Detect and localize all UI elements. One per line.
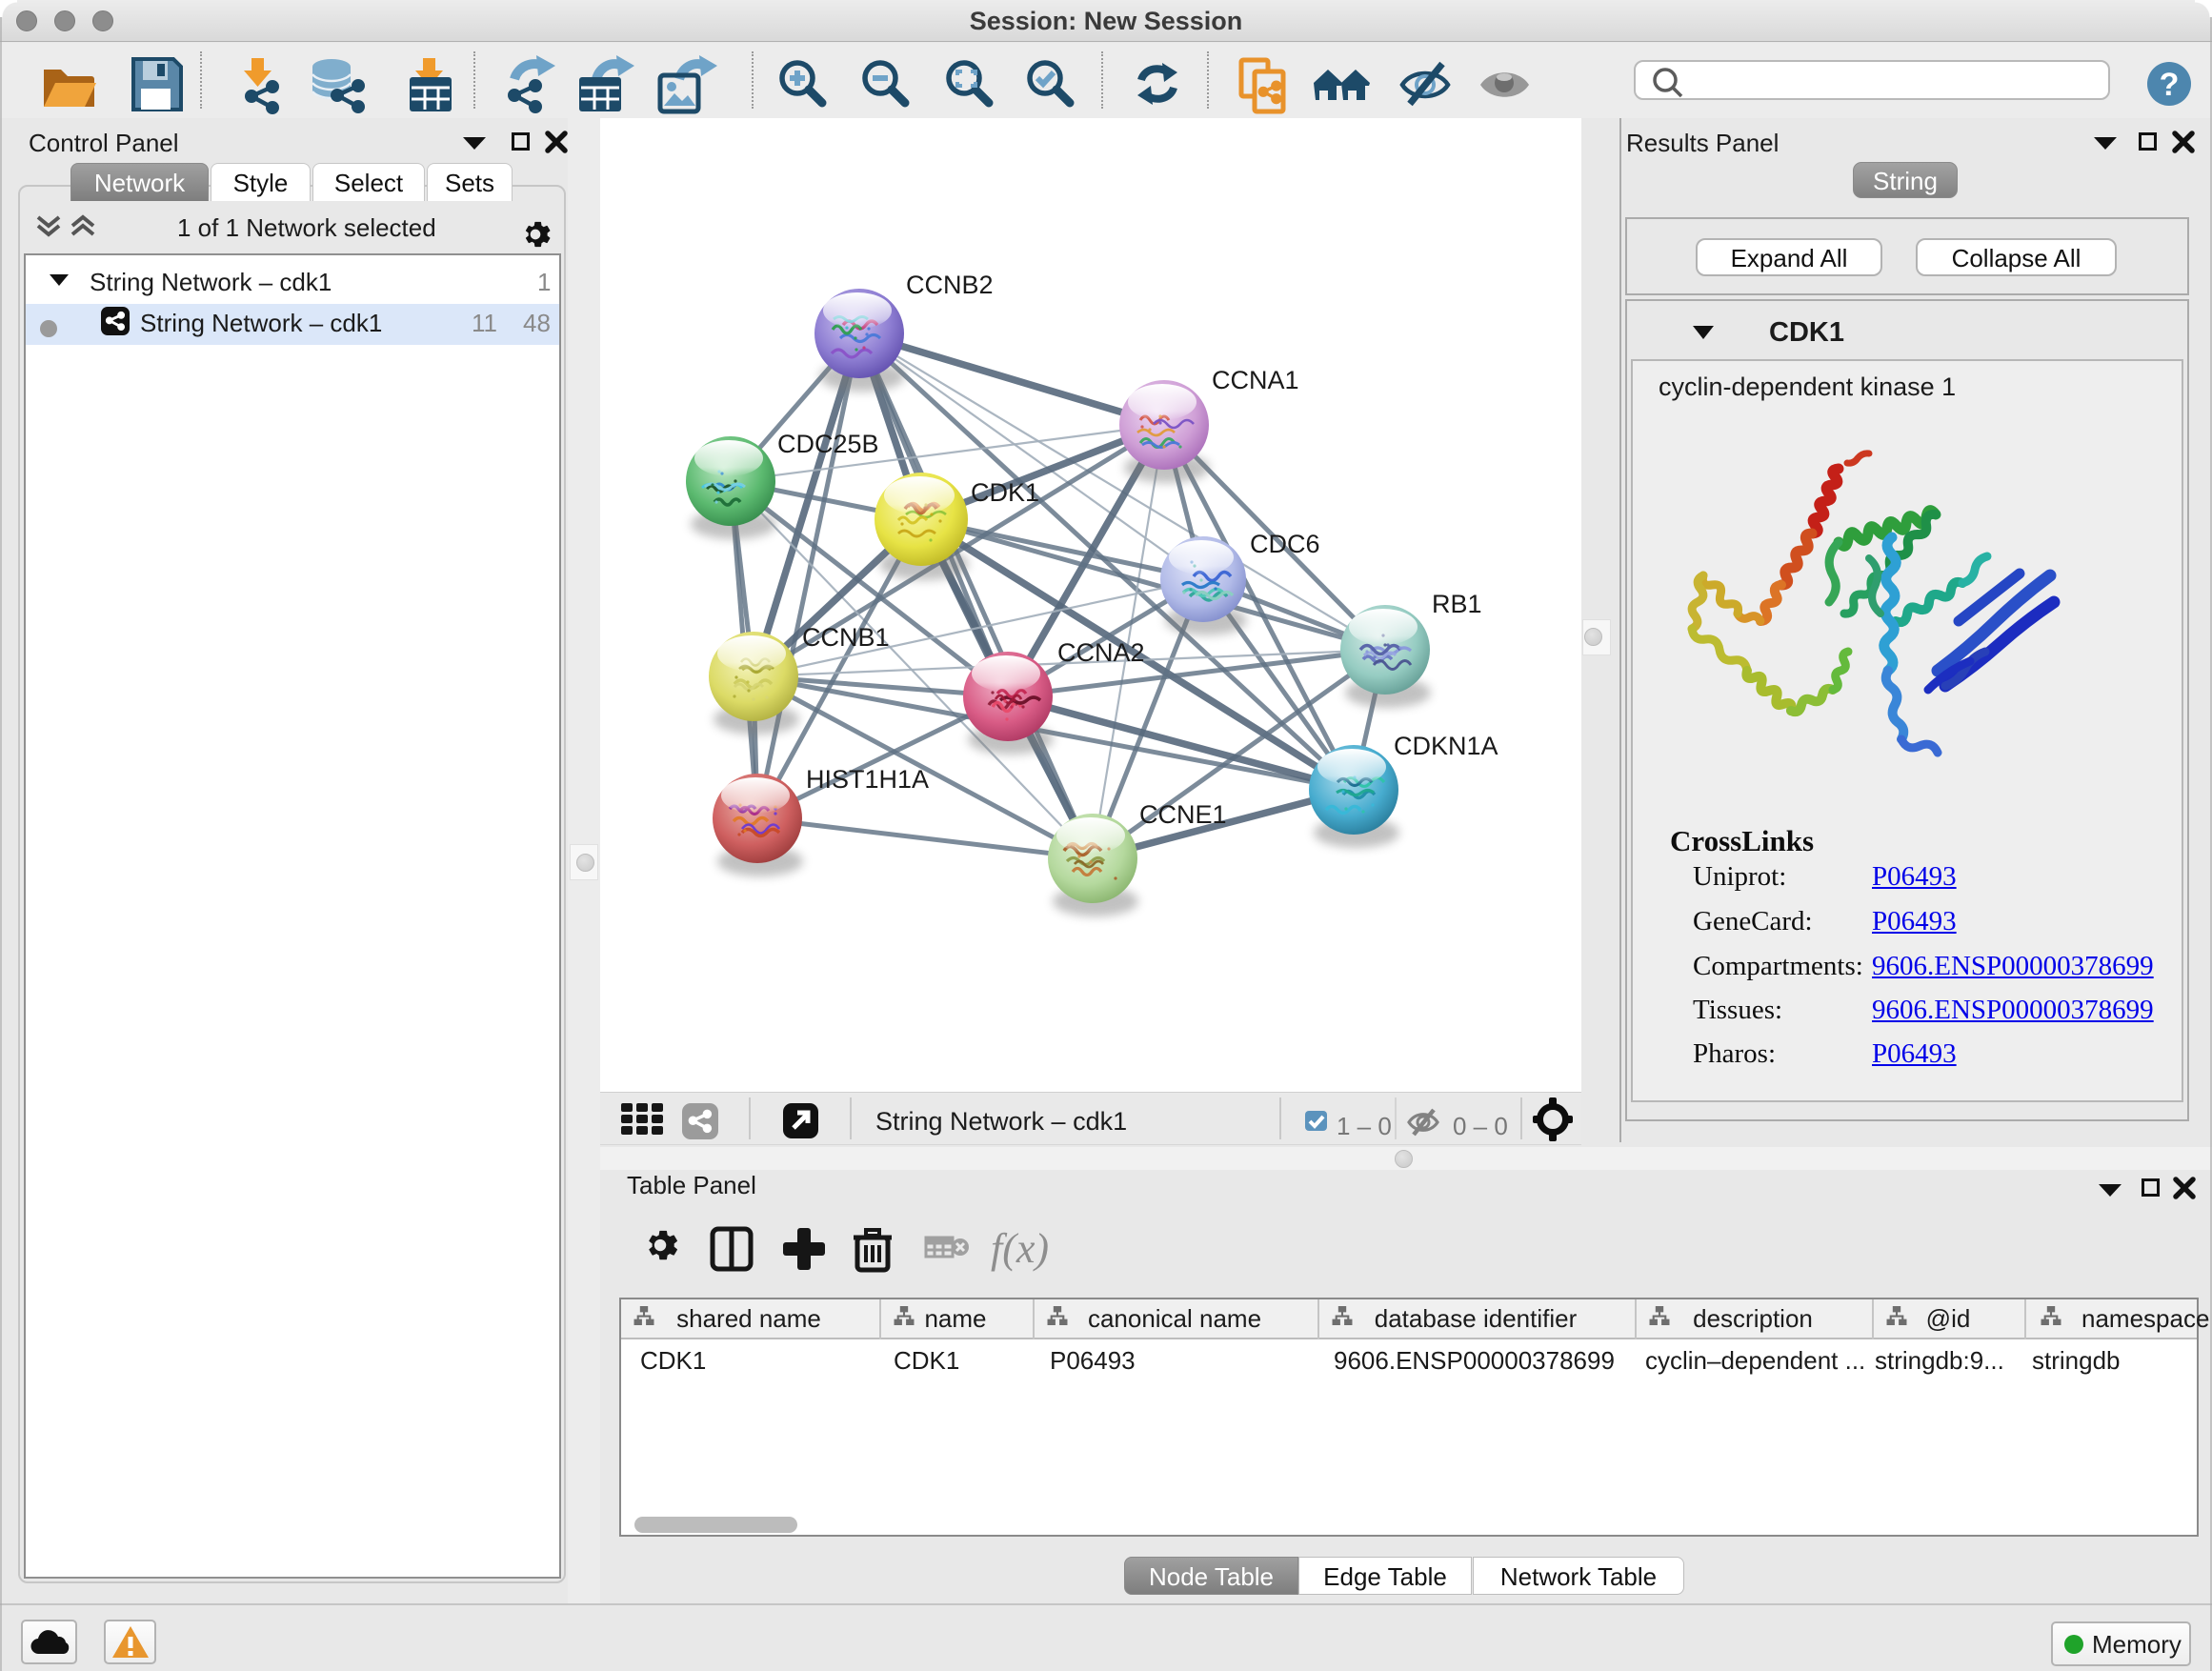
svg-text:f(x): f(x) <box>991 1225 1049 1272</box>
svg-text:CCNA2: CCNA2 <box>1057 638 1145 667</box>
svg-text:HIST1H1A: HIST1H1A <box>806 765 929 794</box>
svg-text:CDC25B: CDC25B <box>777 430 879 458</box>
svg-text:CDKN1A: CDKN1A <box>1394 732 1498 760</box>
svg-text:CCNB2: CCNB2 <box>906 271 994 299</box>
svg-text:CCNE1: CCNE1 <box>1139 800 1227 829</box>
svg-text:?: ? <box>2160 67 2180 103</box>
svg-text:CCNB1: CCNB1 <box>802 623 890 652</box>
svg-text:CDC6: CDC6 <box>1250 530 1320 558</box>
svg-text:RB1: RB1 <box>1432 590 1482 618</box>
svg-text:CDK1: CDK1 <box>971 478 1039 507</box>
svg-text:CCNA1: CCNA1 <box>1212 366 1299 394</box>
